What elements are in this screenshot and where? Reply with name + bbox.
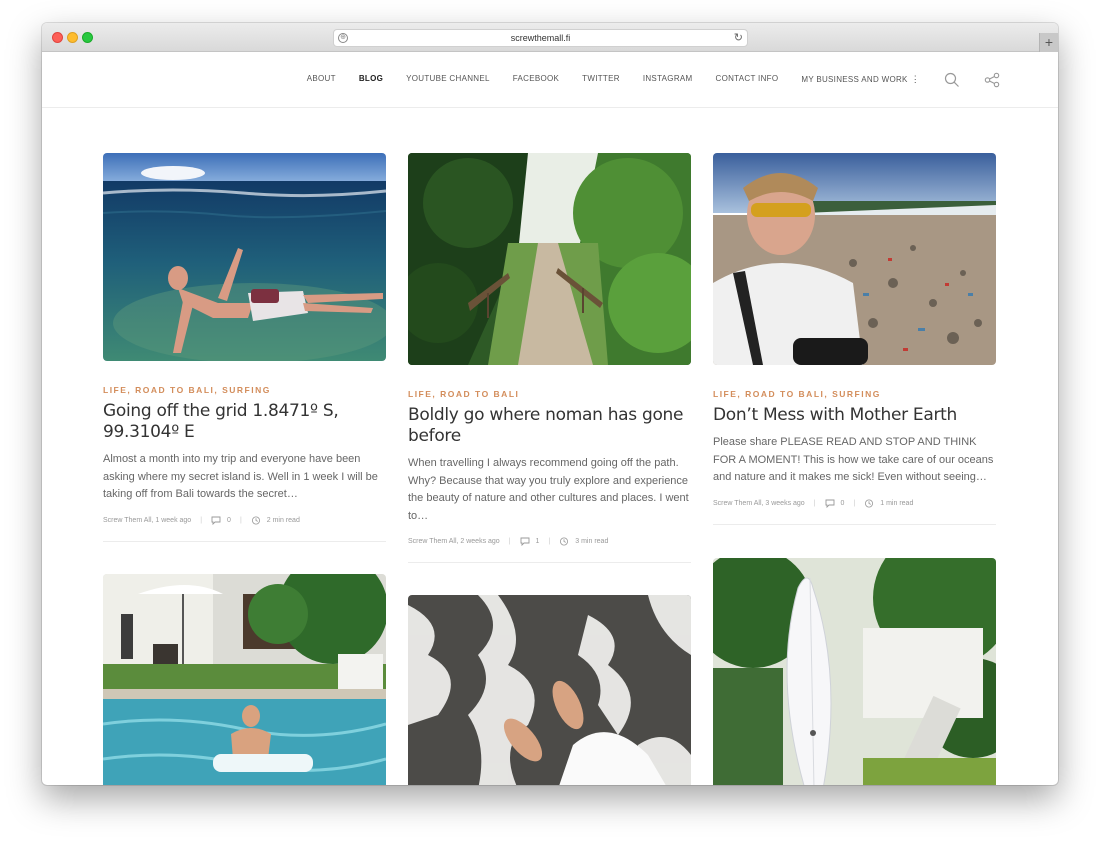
- nav-blog[interactable]: BLOG: [359, 74, 383, 85]
- nav-facebook[interactable]: FACEBOOK: [513, 74, 559, 85]
- post-meta: Screw Them All, 3 weeks ago | 0 | 1 min …: [713, 498, 996, 508]
- clock-icon: [865, 498, 874, 508]
- comment-icon: [825, 499, 834, 508]
- post-categories[interactable]: LIFE, ROAD TO BALI, SURFING: [103, 385, 386, 395]
- comment-count[interactable]: 0: [227, 517, 231, 524]
- nav-instagram[interactable]: INSTAGRAM: [643, 74, 693, 85]
- post-thumbnail: [408, 595, 691, 785]
- comment-icon: [520, 537, 529, 546]
- card-divider: [103, 540, 386, 542]
- meta-separator: |: [813, 499, 816, 507]
- meta-separator: |: [548, 538, 551, 545]
- clock-icon: [251, 515, 260, 525]
- read-time: 1 min read: [880, 499, 914, 507]
- share-icon[interactable]: [984, 72, 1000, 88]
- post-excerpt: Please share PLEASE READ AND STOP AND TH…: [713, 436, 994, 483]
- post-image-surfboard[interactable]: [713, 558, 996, 785]
- close-window-button[interactable]: [52, 32, 63, 43]
- post-card[interactable]: [408, 595, 691, 785]
- post-author-date[interactable]: Screw Them All, 3 weeks ago: [713, 500, 805, 507]
- meta-separator: |: [853, 499, 856, 507]
- nav-about[interactable]: ABOUT: [307, 74, 336, 85]
- comment-icon: [211, 516, 221, 525]
- post-categories[interactable]: LIFE, ROAD TO BALI, SURFING: [713, 389, 996, 399]
- post-card[interactable]: [713, 558, 996, 785]
- url-text: screwthemall.fi: [510, 33, 571, 43]
- nav-youtube-channel[interactable]: YOUTUBE CHANNEL: [406, 74, 490, 85]
- search-icon[interactable]: [944, 72, 960, 88]
- post-excerpt: When travelling I always recommend going…: [408, 457, 689, 522]
- nav-twitter[interactable]: TWITTER: [582, 74, 620, 85]
- meta-separator: |: [239, 516, 242, 524]
- post-image-villa-pool[interactable]: [103, 574, 386, 785]
- post-meta: Screw Them All, 2 weeks ago | 1 | 3 min …: [408, 537, 691, 546]
- post-thumbnail: [103, 574, 386, 785]
- post-card[interactable]: [103, 574, 386, 785]
- post-thumbnail: [713, 558, 996, 785]
- site-header: ABOUT BLOG YOUTUBE CHANNEL FACEBOOK TWIT…: [42, 52, 1058, 108]
- post-thumbnail: [713, 153, 996, 365]
- post-author-date[interactable]: Screw Them All, 1 week ago: [103, 517, 191, 524]
- new-tab-button[interactable]: +: [1039, 33, 1058, 52]
- read-time: 3 min read: [575, 538, 609, 545]
- nav-contact-info[interactable]: CONTACT INFO: [716, 74, 779, 85]
- reload-icon[interactable]: ↻: [734, 31, 743, 45]
- post-thumbnail: [103, 153, 386, 361]
- nav-my-business-and-work[interactable]: MY BUSINESS AND WORK ⋮: [801, 74, 920, 85]
- title-bar: ⊕ screwthemall.fi ↻ +: [42, 23, 1058, 52]
- main-nav: ABOUT BLOG YOUTUBE CHANNEL FACEBOOK TWIT…: [284, 74, 920, 85]
- minimize-window-button[interactable]: [67, 32, 78, 43]
- maximize-window-button[interactable]: [82, 32, 93, 43]
- post-image-jungle-path[interactable]: [408, 153, 691, 365]
- post-title[interactable]: Going off the grid 1.8471º S, 99.3104º E: [103, 401, 386, 443]
- more-icon: ⋮: [910, 74, 920, 84]
- post-card[interactable]: LIFE, ROAD TO BALI, SURFING Going off th…: [103, 153, 386, 542]
- card-divider: [713, 523, 996, 525]
- card-divider: [408, 562, 691, 563]
- post-image-floating-in-sea[interactable]: [103, 153, 386, 361]
- post-image-polluted-beach[interactable]: [713, 153, 996, 365]
- address-bar[interactable]: ⊕ screwthemall.fi ↻: [333, 29, 748, 47]
- post-excerpt: Almost a month into my trip and everyone…: [103, 453, 378, 500]
- privacy-icon: ⊕: [338, 33, 348, 43]
- meta-separator: |: [508, 538, 511, 545]
- post-thumbnail: [408, 153, 691, 365]
- post-title[interactable]: Boldly go where noman has gone before: [408, 405, 691, 447]
- meta-separator: |: [200, 516, 203, 524]
- comment-count[interactable]: 0: [841, 500, 845, 507]
- post-card[interactable]: LIFE, ROAD TO BALI Boldly go where noman…: [408, 153, 691, 563]
- post-meta: Screw Them All, 1 week ago | 0 | 2 min r…: [103, 515, 386, 525]
- browser-window: ⊕ screwthemall.fi ↻ + ABOUT BLOG YOUTUBE…: [42, 23, 1058, 785]
- comment-count[interactable]: 1: [536, 538, 540, 545]
- clock-icon: [560, 537, 569, 546]
- post-title[interactable]: Don’t Mess with Mother Earth: [713, 405, 996, 426]
- nav-my-business-label: MY BUSINESS AND WORK: [801, 75, 908, 84]
- post-image-feet-on-rocks[interactable]: [408, 595, 691, 785]
- post-categories[interactable]: LIFE, ROAD TO BALI: [408, 389, 691, 399]
- post-card[interactable]: LIFE, ROAD TO BALI, SURFING Don’t Mess w…: [713, 153, 996, 525]
- post-author-date[interactable]: Screw Them All, 2 weeks ago: [408, 538, 500, 545]
- read-time: 2 min read: [266, 516, 300, 524]
